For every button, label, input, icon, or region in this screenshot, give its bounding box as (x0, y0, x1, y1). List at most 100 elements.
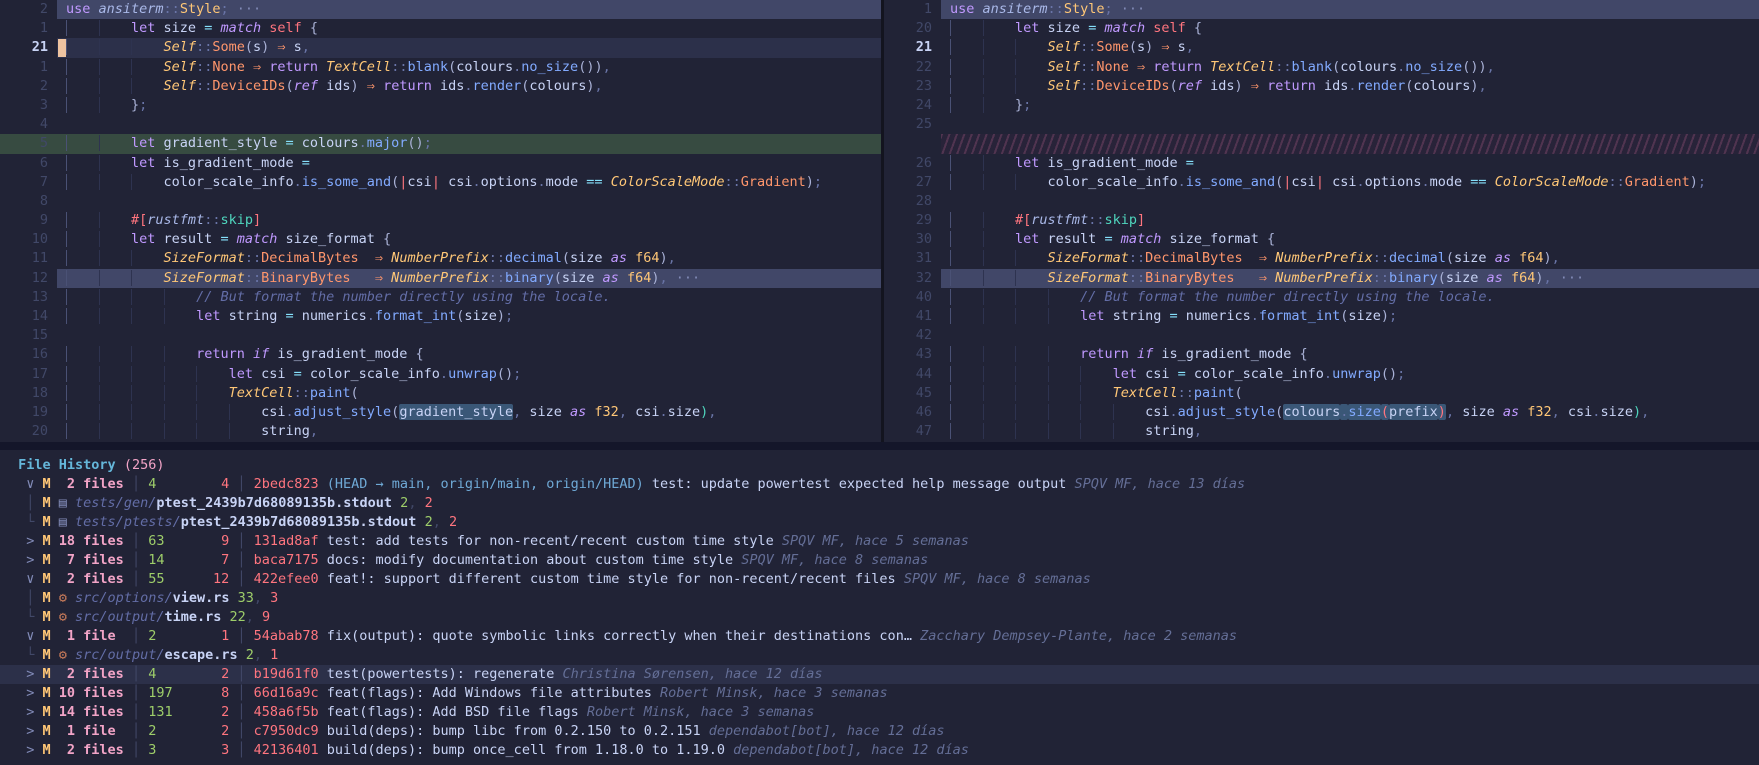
code-line[interactable]: 21 Self::Some(s) ⇒ s, (0, 38, 881, 57)
diff-stats: 5512 (148, 570, 229, 589)
code-token: unwrap (448, 366, 497, 382)
code-token: csi (1145, 366, 1178, 382)
diff-pane-new[interactable]: 1use ansiterm::Style; ···20 let size = m… (884, 0, 1759, 442)
code-line[interactable]: 25 (884, 115, 1759, 134)
code-token: ) (1381, 308, 1389, 324)
code-token: is_gradient_mode (1161, 346, 1299, 362)
line-number: 7 (0, 173, 57, 192)
code-token: ⇒ (277, 39, 285, 55)
code-line[interactable]: 9 #[rustfmt::skip] (0, 211, 881, 230)
code-line[interactable]: 46 csi.adjust_style(colours.size(prefix)… (884, 403, 1759, 422)
code-line[interactable]: 20 let size = match self { (884, 19, 1759, 38)
code-token: . (464, 78, 472, 94)
file-row[interactable]: └ M ⚙ src/output/time.rs 22, 9 (0, 608, 1759, 627)
separator: │ (124, 552, 148, 568)
code-line[interactable]: 45 TextCell::paint( (884, 384, 1759, 403)
code-line[interactable]: 19 csi.adjust_style(gradient_style, size… (0, 403, 881, 422)
commit-author-date: SPQV MF, hace 8 semanas (741, 552, 928, 568)
code-line[interactable]: 2use ansiterm::Style; ··· (0, 0, 881, 19)
code-line[interactable]: 3 }; (0, 96, 881, 115)
code-line[interactable]: 40 // But format the number directly usi… (884, 288, 1759, 307)
file-row[interactable]: └ M ▤ tests/ptests/ptest_2439b7d68089135… (0, 513, 1759, 532)
code-line[interactable]: 26 let is_gradient_mode = (884, 154, 1759, 173)
code-line[interactable]: 31 SizeFormat::DecimalBytes ⇒ NumberPref… (884, 249, 1759, 268)
code-line[interactable]: 10 let result = match size_format { (0, 230, 881, 249)
code-token: ColorScaleMode (1495, 174, 1609, 190)
code-line[interactable]: 14 let string = numerics.format_int(size… (0, 307, 881, 326)
code-line[interactable]: 29 #[rustfmt::skip] (884, 211, 1759, 230)
code-line[interactable]: 22 Self::None ⇒ return TextCell::blank(c… (884, 58, 1759, 77)
commit-hash: 66d16a9c (254, 685, 327, 701)
file-row[interactable]: └ M ⚙ src/output/escape.rs 2, 1 (0, 646, 1759, 665)
files-count: 1 file (59, 723, 124, 739)
status-modified: M (43, 609, 59, 625)
code-line[interactable] (884, 134, 1759, 153)
file-row[interactable]: │ M ▤ tests/gen/ptest_2439b7d68089135b.s… (0, 494, 1759, 513)
commit-row[interactable]: > M 2 files │ 33 │ 42136401 build(deps):… (0, 741, 1759, 760)
code-line[interactable]: 21 Self::Some(s) ⇒ s, (884, 38, 1759, 57)
line-number: 21 (0, 38, 57, 57)
line-number: 25 (884, 115, 941, 134)
code-line[interactable]: 18 TextCell::paint( (0, 384, 881, 403)
file-name: ptest_2439b7d68089135b.stdout (181, 514, 425, 530)
file-icon: ▤ (59, 495, 75, 511)
code-line[interactable]: 42 (884, 326, 1759, 345)
code-line[interactable]: 8 (0, 192, 881, 211)
commit-row[interactable]: > M 7 files │ 147 │ baca7175 docs: modif… (0, 551, 1759, 570)
separator: │ (229, 533, 253, 549)
code-line[interactable]: 15 (0, 326, 881, 345)
code-line[interactable]: 1 Self::None ⇒ return TextCell::blank(co… (0, 58, 881, 77)
code-line[interactable]: 1use ansiterm::Style; ··· (884, 0, 1759, 19)
code-line[interactable]: 27 color_scale_info.is_some_and(|csi| cs… (884, 173, 1759, 192)
additions-count: 14 (148, 551, 164, 570)
commit-hash: 458a6f5b (254, 704, 327, 720)
code-token: as (1495, 250, 1519, 266)
code-token: colours (1413, 78, 1470, 94)
code-token: = (1186, 155, 1194, 171)
code-line[interactable]: 2 Self::DeviceIDs(ref ids) ⇒ return ids.… (0, 77, 881, 96)
code-token: ( (1438, 270, 1446, 286)
code-line[interactable]: 44 let csi = color_scale_info.unwrap(); (884, 365, 1759, 384)
code-text: }; (941, 96, 1759, 115)
code-line[interactable]: 12 SizeFormat::BinaryBytes ⇒ NumberPrefi… (0, 269, 881, 288)
commit-row[interactable]: > M 1 file │ 22 │ c7950dc9 build(deps): … (0, 722, 1759, 741)
code-line[interactable]: 20 string, (0, 422, 881, 441)
code-line[interactable]: 28 (884, 192, 1759, 211)
code-line[interactable]: 13 // But format the number directly usi… (0, 288, 881, 307)
code-token: NumberPrefix (391, 270, 489, 286)
commit-row[interactable]: > M 18 files │ 639 │ 131ad8af test: add … (0, 532, 1759, 551)
commit-row[interactable]: ∨ M 2 files │ 44 │ 2bedc823 (HEAD → main… (0, 475, 1759, 494)
commit-row[interactable]: > M 2 files │ 42 │ b19d61f0 test(powerte… (0, 665, 1759, 684)
code-line[interactable]: 41 let string = numerics.format_int(size… (884, 307, 1759, 326)
commit-row[interactable]: ∨ M 2 files │ 5512 │ 422efee0 feat!: sup… (0, 570, 1759, 589)
code-token (1267, 250, 1275, 266)
commit-row[interactable]: > M 14 files │ 1312 │ 458a6f5b feat(flag… (0, 703, 1759, 722)
code-line[interactable]: 7 color_scale_info.is_some_and(|csi| csi… (0, 173, 881, 192)
diff-pane-old[interactable]: 2use ansiterm::Style; ···1 let size = ma… (0, 0, 881, 442)
code-token: ( (245, 39, 253, 55)
code-line[interactable]: 6 let is_gradient_mode = (0, 154, 881, 173)
code-line[interactable]: 23 Self::DeviceIDs(ref ids) ⇒ return ids… (884, 77, 1759, 96)
code-line[interactable]: 43 return if is_gradient_mode { (884, 345, 1759, 364)
code-line[interactable]: 24 }; (884, 96, 1759, 115)
file-row[interactable]: │ M ⚙ src/options/view.rs 33, 3 (0, 589, 1759, 608)
code-line[interactable]: 16 return if is_gradient_mode { (0, 345, 881, 364)
code-line[interactable]: 4 (0, 115, 881, 134)
code-token: , (1194, 423, 1202, 439)
code-token: ) (497, 308, 505, 324)
code-line[interactable]: 32 SizeFormat::BinaryBytes ⇒ NumberPrefi… (884, 269, 1759, 288)
code-token: , (1186, 39, 1194, 55)
code-line[interactable]: 5 let gradient_style = colours.major(); (0, 134, 881, 153)
code-line[interactable]: 30 let result = match size_format { (884, 230, 1759, 249)
line-number: 16 (0, 345, 57, 364)
commit-row[interactable]: > M 10 files │ 1978 │ 66d16a9c feat(flag… (0, 684, 1759, 703)
code-line[interactable]: 11 SizeFormat::DecimalBytes ⇒ NumberPref… (0, 249, 881, 268)
code-line[interactable]: 47 string, (884, 422, 1759, 441)
code-text (57, 192, 881, 211)
code-token: . (659, 404, 667, 420)
commit-row[interactable]: ∨ M 1 file │ 21 │ 54abab78 fix(output): … (0, 627, 1759, 646)
code-line[interactable]: 17 let csi = color_scale_info.unwrap(); (0, 365, 881, 384)
code-line[interactable]: 1 let size = match self { (0, 19, 881, 38)
code-token: ) (1145, 39, 1161, 55)
code-token: #[ (1015, 212, 1031, 228)
